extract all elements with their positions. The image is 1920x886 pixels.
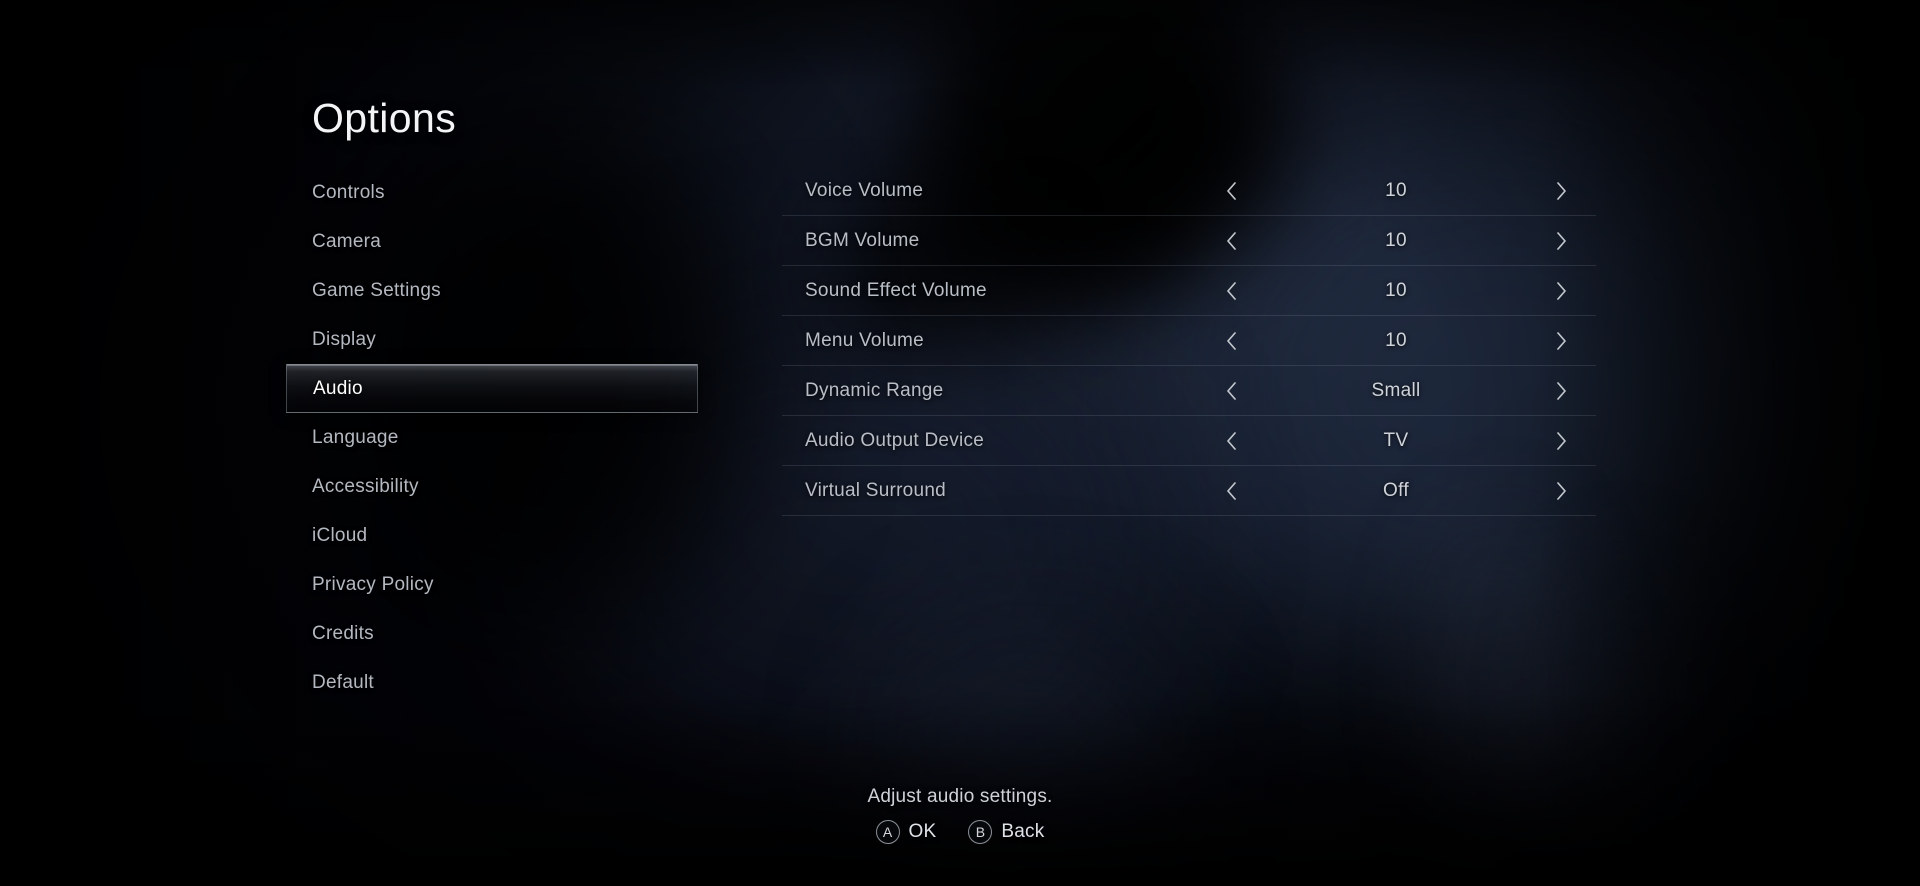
setting-row-voice-volume[interactable]: Voice Volume 10 (782, 165, 1596, 216)
chevron-right-icon[interactable] (1548, 478, 1574, 504)
chevron-left-icon[interactable] (1218, 378, 1244, 404)
chevron-right-icon[interactable] (1548, 278, 1574, 304)
sidebar-item-label: Accessibility (312, 475, 419, 497)
sidebar-item-camera[interactable]: Camera (286, 217, 698, 266)
sidebar-item-label: Credits (312, 622, 374, 644)
chevron-right-icon[interactable] (1548, 378, 1574, 404)
setting-row-virtual-surround[interactable]: Virtual Surround Off (782, 466, 1596, 516)
sidebar-item-display[interactable]: Display (286, 315, 698, 364)
chevron-right-icon[interactable] (1548, 178, 1574, 204)
setting-stepper: 10 (1218, 278, 1574, 304)
setting-label: Sound Effect Volume (805, 279, 987, 301)
b-button-icon: B (968, 820, 993, 844)
setting-value: 10 (1385, 229, 1407, 251)
prompt-label: Back (1001, 821, 1045, 842)
sidebar-item-label: Camera (312, 230, 382, 252)
sidebar-item-default[interactable]: Default (286, 658, 698, 707)
button-prompts: A OK B Back (0, 820, 1920, 844)
sidebar-item-label: Controls (312, 181, 385, 203)
setting-label: Menu Volume (805, 329, 924, 351)
setting-stepper: Small (1218, 378, 1574, 404)
setting-row-menu-volume[interactable]: Menu Volume 10 (782, 316, 1596, 366)
sidebar-item-accessibility[interactable]: Accessibility (286, 462, 698, 511)
a-button-icon: A (875, 820, 900, 844)
footer: Adjust audio settings. A OK B Back (0, 786, 1920, 844)
setting-stepper: Off (1218, 478, 1574, 504)
setting-value: 10 (1385, 179, 1407, 201)
setting-row-bgm-volume[interactable]: BGM Volume 10 (782, 216, 1596, 266)
sidebar-item-controls[interactable]: Controls (286, 168, 698, 217)
chevron-left-icon[interactable] (1218, 178, 1244, 204)
setting-label: Dynamic Range (805, 379, 944, 401)
setting-value: 10 (1385, 329, 1407, 351)
setting-value: Small (1371, 379, 1421, 401)
setting-row-audio-output-device[interactable]: Audio Output Device TV (782, 416, 1596, 466)
setting-label: Voice Volume (805, 179, 924, 201)
sidebar-item-icloud[interactable]: iCloud (286, 511, 698, 560)
sidebar-item-label: Display (312, 328, 377, 350)
sidebar-item-label: iCloud (312, 524, 368, 546)
setting-stepper: 10 (1218, 178, 1574, 204)
setting-row-dynamic-range[interactable]: Dynamic Range Small (782, 366, 1596, 416)
sidebar-item-privacy-policy[interactable]: Privacy Policy (286, 560, 698, 609)
options-screen: Options Controls Camera Game Settings Di… (0, 0, 1920, 886)
setting-row-sound-effect-volume[interactable]: Sound Effect Volume 10 (782, 266, 1596, 316)
sidebar-item-label: Language (312, 426, 399, 448)
sidebar-item-label: Audio (313, 377, 363, 399)
options-category-list: Controls Camera Game Settings Display Au… (286, 168, 698, 707)
chevron-left-icon[interactable] (1218, 328, 1244, 354)
sidebar-item-label: Privacy Policy (312, 573, 434, 595)
setting-value: Off (1383, 479, 1409, 501)
setting-label: Audio Output Device (805, 429, 985, 451)
prompt-ok[interactable]: A OK (875, 820, 937, 844)
sidebar-item-language[interactable]: Language (286, 413, 698, 462)
chevron-right-icon[interactable] (1548, 328, 1574, 354)
sidebar-item-game-settings[interactable]: Game Settings (286, 266, 698, 315)
setting-value: TV (1383, 429, 1409, 451)
chevron-right-icon[interactable] (1548, 428, 1574, 454)
setting-label: Virtual Surround (805, 479, 946, 501)
chevron-left-icon[interactable] (1218, 478, 1244, 504)
context-hint: Adjust audio settings. (867, 786, 1053, 807)
chevron-left-icon[interactable] (1218, 228, 1244, 254)
setting-stepper: TV (1218, 428, 1574, 454)
setting-stepper: 10 (1218, 228, 1574, 254)
setting-value: 10 (1385, 279, 1407, 301)
prompt-label: OK (908, 821, 937, 842)
setting-stepper: 10 (1218, 328, 1574, 354)
chevron-right-icon[interactable] (1548, 228, 1574, 254)
sidebar-item-label: Game Settings (312, 279, 441, 301)
sidebar-item-credits[interactable]: Credits (286, 609, 698, 658)
chevron-left-icon[interactable] (1218, 278, 1244, 304)
setting-label: BGM Volume (805, 229, 920, 251)
chevron-left-icon[interactable] (1218, 428, 1244, 454)
sidebar-item-audio[interactable]: Audio (286, 364, 698, 413)
prompt-back[interactable]: B Back (968, 820, 1044, 844)
sidebar-item-label: Default (312, 671, 374, 693)
page-title: Options (312, 95, 457, 141)
audio-settings-panel: Voice Volume 10 BGM Volume 10 Sound Effe… (782, 165, 1596, 516)
